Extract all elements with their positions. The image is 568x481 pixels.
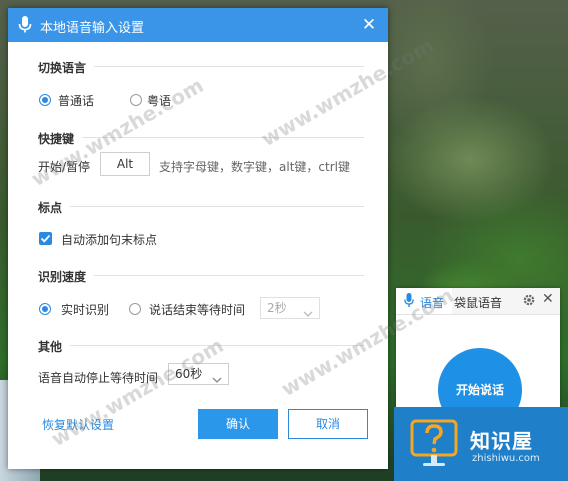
auto-stop-label: 语音自动停止等待时间 <box>38 371 159 385</box>
voice-panel-tabs: 语音 袋鼠语音 ✕ <box>396 288 560 315</box>
ok-button[interactable]: 确认 <box>198 409 278 439</box>
radio-wait-after-speech-label[interactable]: 说话结束等待时间 <box>149 301 245 318</box>
tab-kangaroo-voice[interactable]: 袋鼠语音 <box>454 294 502 311</box>
auto-stop-select[interactable]: 60秒 <box>168 363 229 385</box>
chevron-down-icon <box>303 304 313 324</box>
site-logo: 知识屋 zhishiwu.com <box>394 407 568 481</box>
question-monitor-icon <box>410 417 458 472</box>
microphone-icon <box>18 16 32 37</box>
section-divider <box>38 137 364 138</box>
wait-time-value: 2秒 <box>267 301 287 315</box>
radio-mandarin[interactable] <box>39 94 51 106</box>
dialog-titlebar[interactable]: 本地语音输入设置 ✕ <box>8 8 388 42</box>
hotkey-input[interactable]: Alt <box>100 152 150 176</box>
section-divider <box>38 345 364 346</box>
chevron-down-icon <box>212 370 222 390</box>
auto-punctuation-label[interactable]: 自动添加句末标点 <box>61 231 157 248</box>
logo-title: 知识屋 <box>470 429 533 453</box>
voice-settings-dialog: 本地语音输入设置 ✕ 切换语言 普通话 粤语 快捷键 开始/暂停 Alt 支持字… <box>8 8 388 469</box>
microphone-icon <box>404 293 414 311</box>
tab-voice[interactable]: 语音 <box>396 288 452 314</box>
restore-defaults-link[interactable]: 恢复默认设置 <box>42 416 114 433</box>
auto-punctuation-checkbox[interactable] <box>39 232 52 245</box>
speed-heading: 识别速度 <box>38 268 95 285</box>
dialog-title: 本地语音输入设置 <box>40 21 145 36</box>
other-heading: 其他 <box>38 338 71 355</box>
punctuation-heading: 标点 <box>38 199 71 216</box>
checkmark-icon <box>40 234 51 243</box>
gear-icon[interactable] <box>522 293 536 310</box>
language-heading: 切换语言 <box>38 59 95 76</box>
radio-cantonese[interactable] <box>130 94 142 106</box>
voice-panel-close-button[interactable]: ✕ <box>542 291 554 307</box>
radio-realtime-label[interactable]: 实时识别 <box>61 301 109 318</box>
tab-voice-label: 语音 <box>420 296 445 310</box>
radio-mandarin-label[interactable]: 普通话 <box>58 92 94 109</box>
hotkey-hint: 支持字母键，数字键，alt键，ctrl键 <box>159 160 350 174</box>
cancel-button[interactable]: 取消 <box>288 409 368 439</box>
radio-realtime[interactable] <box>39 303 51 315</box>
radio-wait-after-speech[interactable] <box>129 303 141 315</box>
radio-cantonese-label[interactable]: 粤语 <box>147 92 171 109</box>
section-divider <box>38 206 364 207</box>
hotkey-label: 开始/暂停 <box>38 160 91 174</box>
wait-time-select[interactable]: 2秒 <box>260 297 320 319</box>
auto-stop-value: 60秒 <box>175 367 203 381</box>
hotkey-heading: 快捷键 <box>38 130 83 147</box>
close-button[interactable]: ✕ <box>360 16 378 34</box>
logo-subtitle: zhishiwu.com <box>472 453 540 464</box>
